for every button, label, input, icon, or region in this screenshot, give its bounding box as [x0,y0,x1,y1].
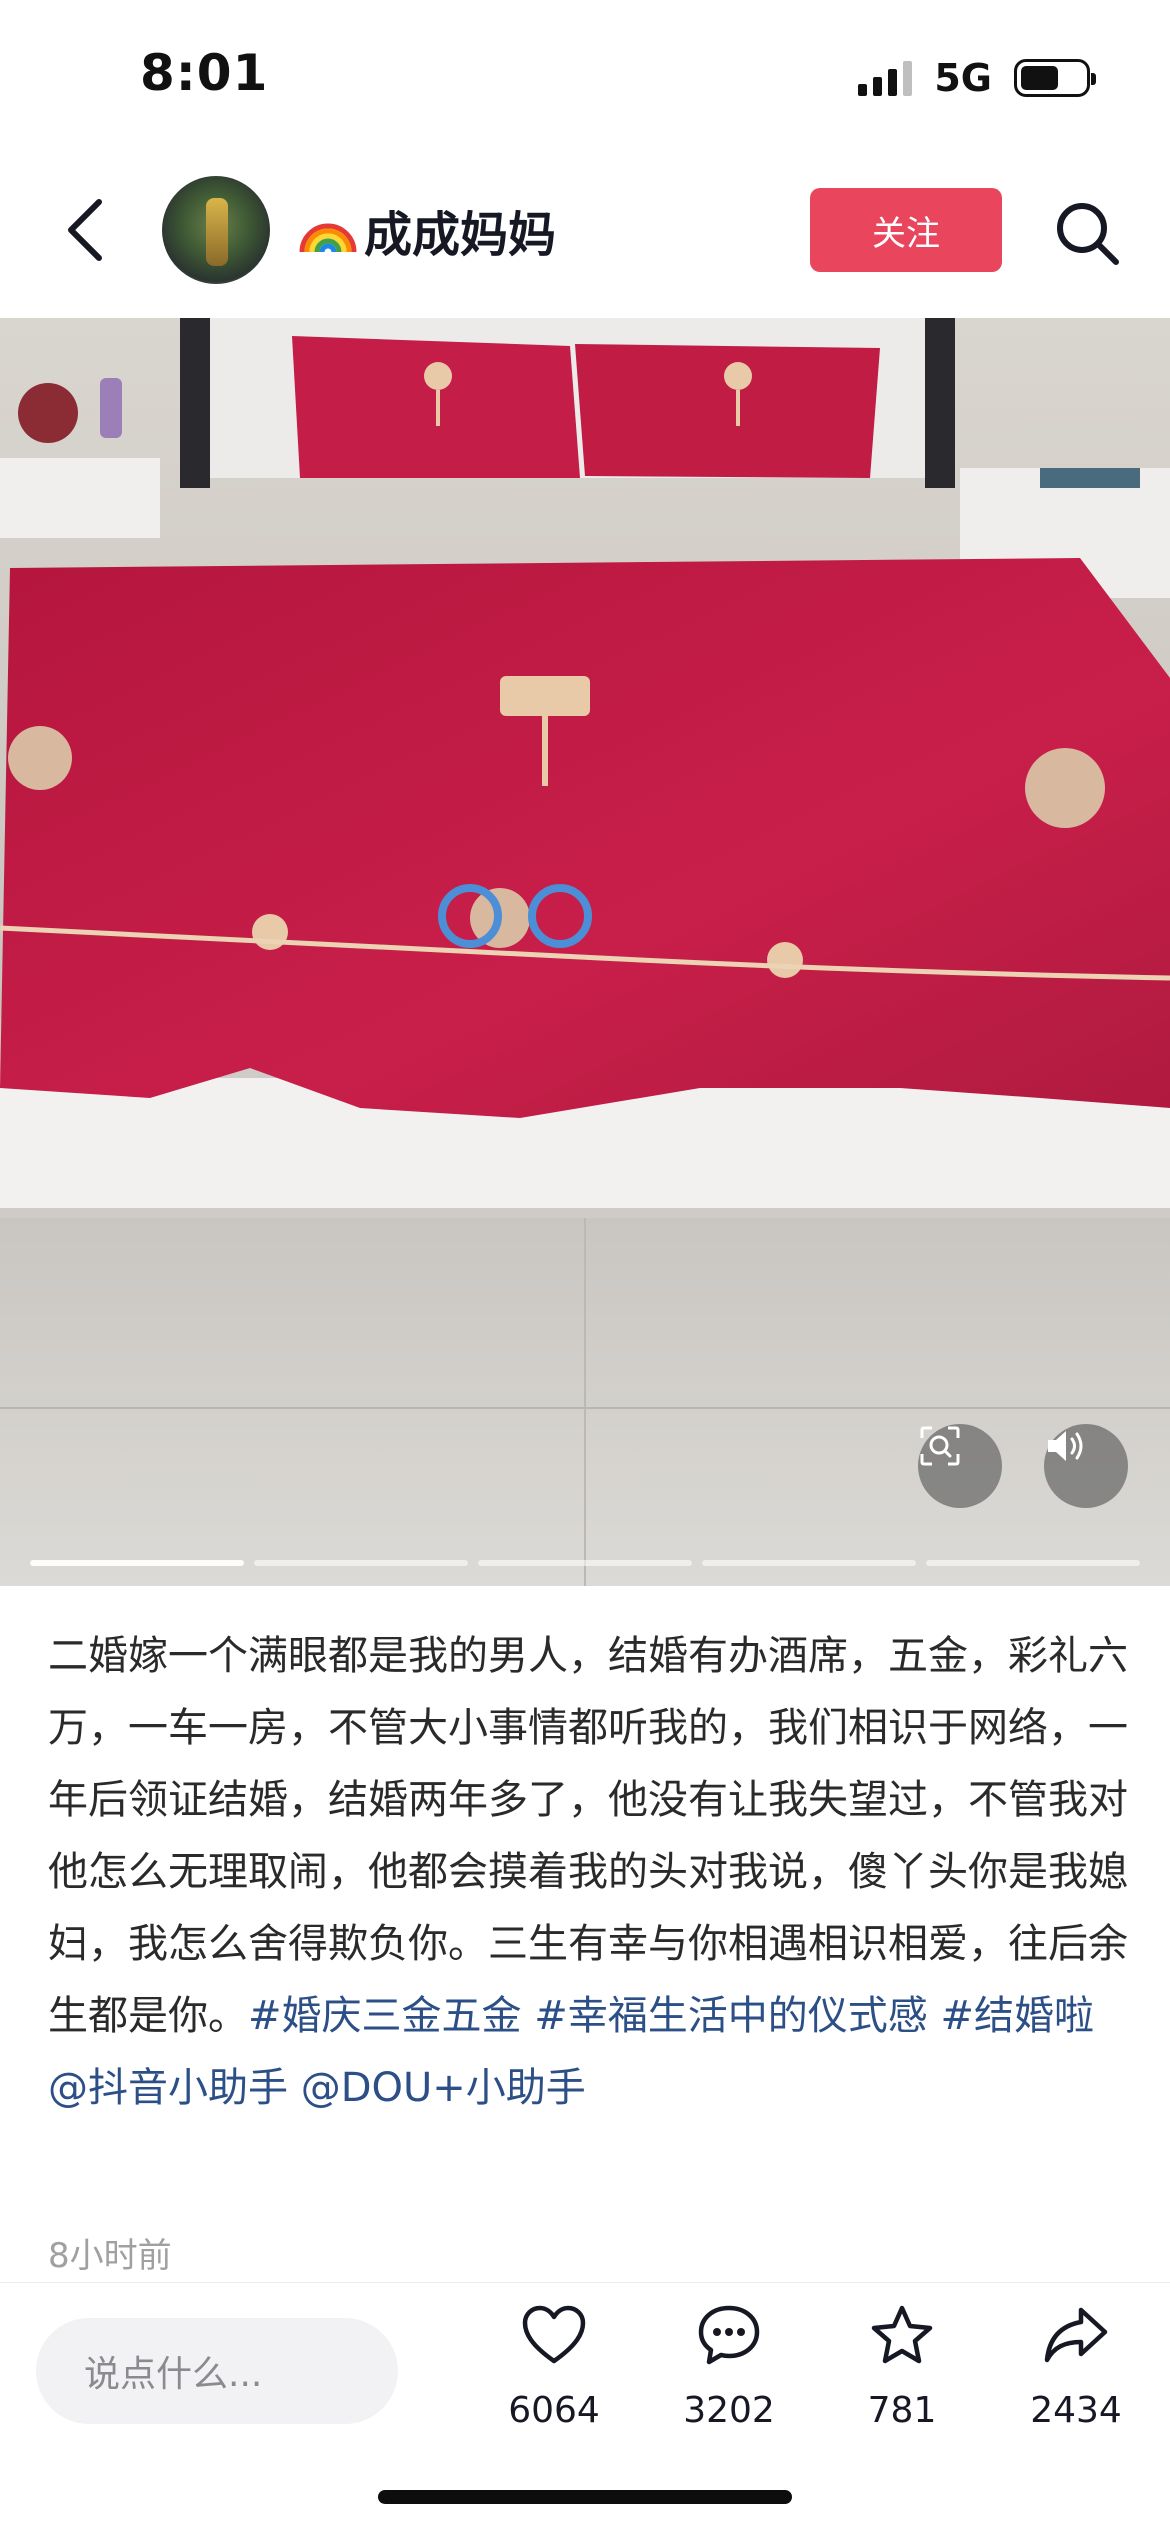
battery-level [1021,66,1059,90]
search-icon [1057,203,1119,265]
mention-link[interactable]: @抖音小助手 [48,2065,288,2111]
status-time: 8:01 [140,44,269,102]
battery-icon [1014,59,1096,97]
post-header: 成成妈妈 关注 [0,160,1170,300]
hashtag-link[interactable]: #幸福生活中的仪式感 [534,1993,928,2039]
favorite-button[interactable]: 781 [827,2300,977,2431]
comment-input[interactable]: 说点什么... [36,2318,398,2424]
share-button[interactable]: 2434 [1001,2300,1151,2431]
share-count: 2434 [1030,2390,1122,2431]
back-button[interactable] [50,192,120,268]
rainbow-icon [299,223,357,253]
carousel-segment [926,1560,1140,1566]
home-indicator[interactable] [378,2490,792,2504]
caption-text: 二婚嫁一个满眼都是我的男人，结婚有办酒席，五金，彩礼六万，一车一房，不管大小事情… [48,1633,1128,2039]
signal-icon [858,60,913,96]
username: 成成妈妈 [364,207,557,263]
status-bar: 8:01 5G [0,0,1170,150]
carousel-segment [478,1560,692,1566]
post-caption: 二婚嫁一个满眼都是我的男人，结婚有办酒席，五金，彩礼六万，一车一房，不管大小事情… [48,1620,1128,2124]
comment-count: 3202 [683,2390,775,2431]
mention-link[interactable]: @DOU+小助手 [301,2065,586,2111]
visual-search-icon [920,1426,960,1466]
heart-icon [519,2300,589,2370]
status-indicators: 5G [858,56,1096,100]
share-icon [1041,2300,1111,2370]
carousel-segment [254,1560,468,1566]
post-image[interactable] [0,318,1170,1586]
divider [0,2282,1170,2283]
sound-toggle-button[interactable] [1044,1424,1128,1508]
avatar[interactable] [162,176,270,284]
post-time: 8小时前 [48,2236,172,2276]
like-count: 6064 [508,2390,600,2431]
visual-search-button[interactable] [918,1424,1002,1508]
speaker-icon [1048,1431,1083,1461]
hashtag-link[interactable]: #婚庆三金五金 [248,1993,522,2039]
star-icon [867,2300,937,2370]
comment-icon [694,2300,764,2370]
carousel-segment [30,1560,244,1566]
follow-button[interactable]: 关注 [810,188,1002,272]
favorite-count: 781 [867,2390,937,2431]
search-button[interactable] [1052,198,1122,268]
network-type: 5G [934,56,992,100]
author-name[interactable]: 成成妈妈 [296,198,557,263]
carousel-progress [30,1560,1140,1568]
hashtag-link[interactable]: #结婚啦 [940,1993,1094,2039]
like-button[interactable]: 6064 [479,2300,629,2431]
comment-button[interactable]: 3202 [654,2300,804,2431]
chevron-left-icon [68,199,102,261]
carousel-segment [702,1560,916,1566]
bedroom-photo [0,318,1170,1586]
